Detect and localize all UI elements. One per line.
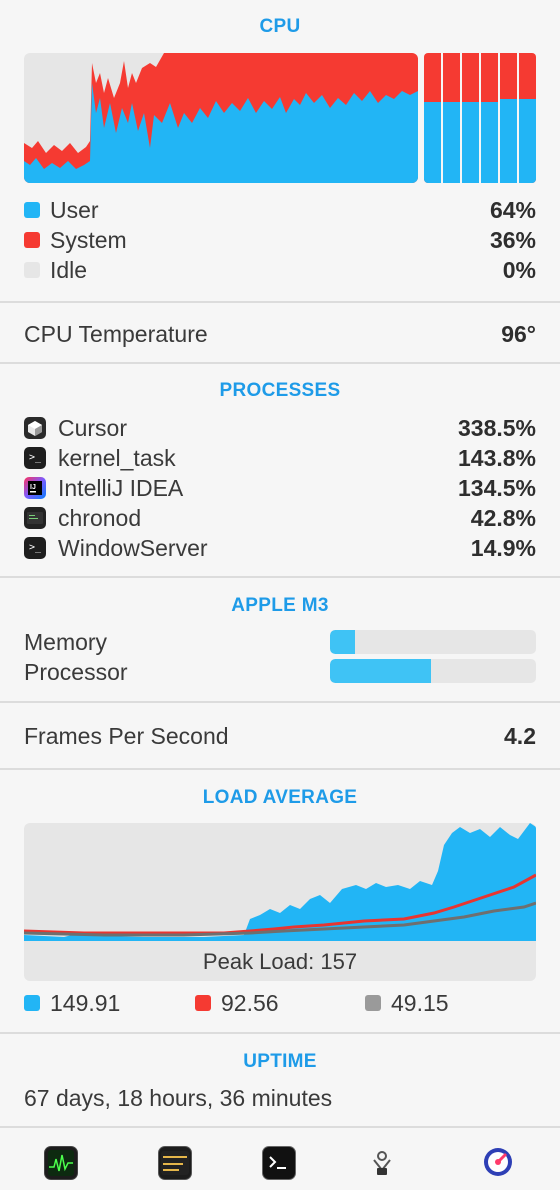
system-swatch <box>24 232 40 248</box>
divider <box>0 1032 560 1034</box>
load-legend-1min: 149.91 <box>24 988 174 1018</box>
divider <box>0 1126 560 1128</box>
uptime-row: 67 days, 18 hours, 36 minutes <box>24 1083 536 1113</box>
intellij-icon: IJ <box>24 477 46 499</box>
cpu-core-user-fill <box>424 102 441 183</box>
console-icon[interactable] <box>158 1146 192 1180</box>
cpu-core-bar <box>443 53 460 183</box>
idle-swatch <box>24 262 40 278</box>
process-row[interactable]: IJ IntelliJ IDEA 134.5% <box>24 473 536 503</box>
fps-value: 4.2 <box>504 723 536 749</box>
load-average-graph: Peak Load: 157 <box>24 823 536 981</box>
cpu-core-bars <box>424 53 536 183</box>
fps-label: Frames Per Second <box>24 723 229 749</box>
process-row[interactable]: >_ WindowServer 14.9% <box>24 533 536 563</box>
gpu-memory-bar <box>330 630 536 654</box>
load-15min-swatch <box>365 995 381 1011</box>
process-name: chronod <box>58 505 142 531</box>
process-row[interactable]: Cursor 338.5% <box>24 413 536 443</box>
cpu-legend-label: System <box>50 227 127 253</box>
uptime-value: 67 days, 18 hours, 36 minutes <box>24 1085 333 1111</box>
process-cpu-value: 42.8% <box>470 505 536 531</box>
gpu-memory-bar-fill <box>330 630 355 654</box>
console-icon <box>24 507 46 529</box>
cpu-temperature-value: 96° <box>501 321 536 347</box>
load-legend-value: 92.56 <box>221 990 279 1016</box>
load-section-title: LOAD AVERAGE <box>202 787 358 808</box>
cpu-core-user-fill <box>443 102 460 183</box>
cpu-core-user-fill <box>519 98 536 183</box>
cpu-core-bar <box>462 53 479 183</box>
cpu-core-user-fill <box>500 98 517 183</box>
process-name: kernel_task <box>58 445 176 471</box>
activity-monitor-icon[interactable] <box>44 1146 78 1180</box>
gpu-processor-bar-fill <box>330 659 431 683</box>
cpu-legend-idle: Idle 0% <box>24 255 536 285</box>
cpu-temperature-label: CPU Temperature <box>24 321 208 347</box>
process-cpu-value: 143.8% <box>457 445 536 471</box>
cursor-app-icon <box>24 417 46 439</box>
svg-text:IJ: IJ <box>30 484 36 491</box>
cpu-legend-value: 64% <box>489 197 536 223</box>
user-swatch <box>24 202 40 218</box>
system-information-icon[interactable] <box>366 1146 398 1178</box>
cpu-temperature-row: CPU Temperature 96° <box>24 319 536 349</box>
load-5min-swatch <box>195 995 211 1011</box>
divider <box>0 701 560 703</box>
load-peak-label: Peak Load: 157 <box>203 949 357 974</box>
process-name: Cursor <box>58 415 128 441</box>
load-legend-value: 49.15 <box>391 990 449 1016</box>
divider <box>0 768 560 770</box>
gpu-processor-bar <box>330 659 536 683</box>
divider <box>0 576 560 578</box>
cpu-legend-system: System 36% <box>24 225 536 255</box>
terminal-icon: >_ <box>24 537 46 559</box>
uptime-section-title: UPTIME <box>243 1051 317 1072</box>
cpu-legend-value: 0% <box>502 257 536 283</box>
gpu-section-title: APPLE M3 <box>231 595 329 616</box>
cpu-core-bar <box>519 53 536 183</box>
load-legend-5min: 92.56 <box>195 988 345 1018</box>
cpu-core-user-fill <box>481 102 498 183</box>
process-cpu-value: 134.5% <box>457 475 536 501</box>
process-cpu-value: 338.5% <box>457 415 536 441</box>
process-name: WindowServer <box>58 535 208 561</box>
divider <box>0 301 560 303</box>
cpu-core-user-fill <box>462 102 479 183</box>
cpu-legend-value: 36% <box>489 227 536 253</box>
cpu-legend-user: User 64% <box>24 195 536 225</box>
terminal-icon[interactable] <box>262 1146 296 1180</box>
process-name: IntelliJ IDEA <box>58 475 184 501</box>
cpu-legend-label: User <box>50 197 99 223</box>
cpu-section-title: CPU <box>259 16 301 37</box>
process-row[interactable]: >_ kernel_task 143.8% <box>24 443 536 473</box>
cpu-history-graph <box>24 53 418 183</box>
process-cpu-value: 14.9% <box>470 535 536 561</box>
load-1min-swatch <box>24 995 40 1011</box>
cpu-legend-label: Idle <box>50 257 88 283</box>
processes-section-title: PROCESSES <box>219 380 341 401</box>
load-legend-value: 149.91 <box>50 990 121 1016</box>
fps-row: Frames Per Second 4.2 <box>24 721 536 751</box>
istat-icon[interactable] <box>482 1146 514 1178</box>
load-legend-15min: 49.15 <box>365 988 515 1018</box>
cpu-core-bar <box>481 53 498 183</box>
terminal-icon: >_ <box>24 447 46 469</box>
gpu-processor-label: Processor <box>24 659 128 685</box>
cpu-core-bar <box>424 53 441 183</box>
gpu-memory-label: Memory <box>24 629 108 655</box>
cpu-core-bar <box>500 53 517 183</box>
process-row[interactable]: chronod 42.8% <box>24 503 536 533</box>
divider <box>0 362 560 364</box>
